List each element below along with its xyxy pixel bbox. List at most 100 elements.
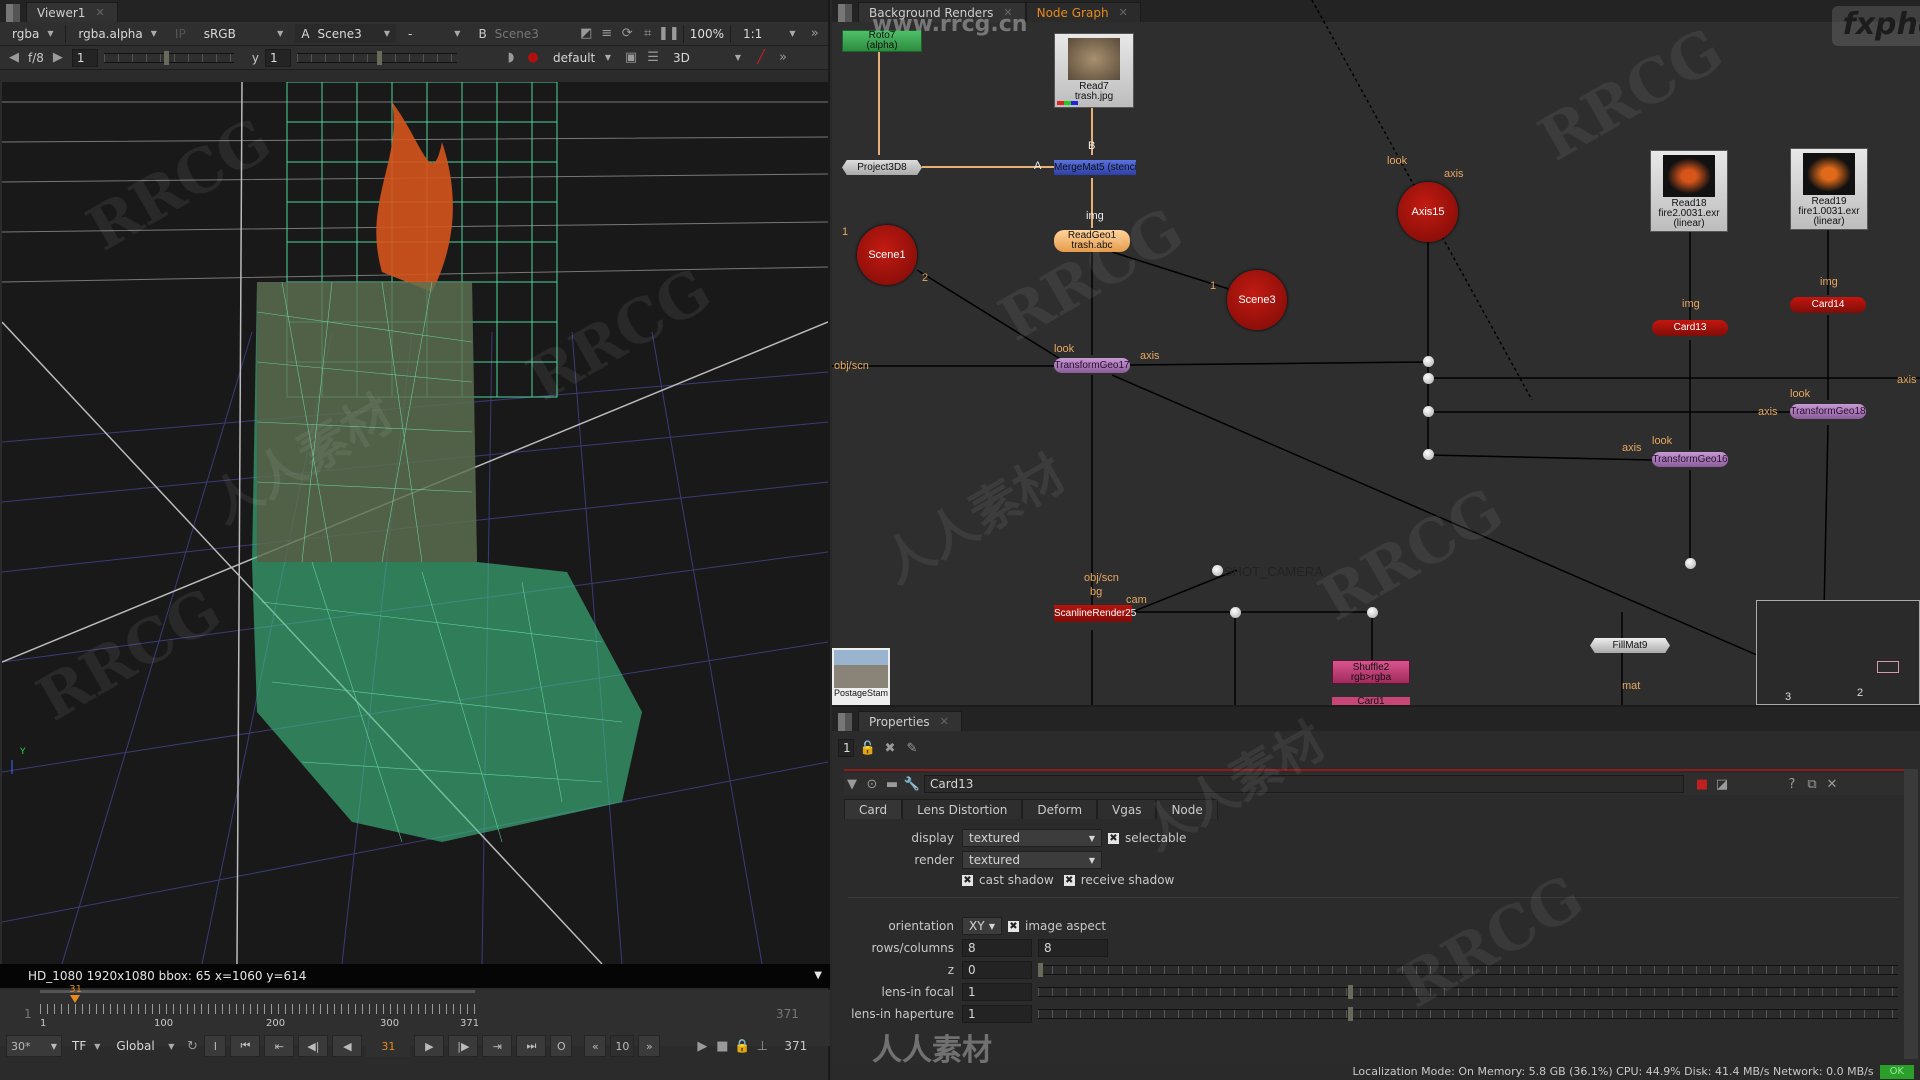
- node-graph-minimap[interactable]: 2 3: [1756, 600, 1920, 705]
- loop-icon[interactable]: ↻: [184, 1038, 200, 1054]
- properties-scrollbar[interactable]: [1904, 769, 1918, 1059]
- node-card13[interactable]: Card13: [1652, 320, 1728, 336]
- bbox-icon[interactable]: ⌗: [640, 26, 654, 42]
- float-panel-icon[interactable]: ▬: [884, 776, 900, 792]
- next-frame-button[interactable]: |▶: [448, 1035, 479, 1057]
- flipbook-icon[interactable]: ▶: [694, 1038, 710, 1054]
- tab-node[interactable]: Node: [1156, 799, 1218, 819]
- lens-haperture-input[interactable]: 1: [962, 1005, 1032, 1023]
- dot-node[interactable]: [1230, 607, 1241, 618]
- timeline-range-bar[interactable]: [40, 990, 475, 993]
- lens-focal-slider[interactable]: [1038, 985, 1898, 999]
- dot-node-shot-camera[interactable]: [1212, 565, 1223, 576]
- ip-button[interactable]: IP: [169, 24, 192, 43]
- tab-properties[interactable]: Properties ✕: [858, 711, 962, 731]
- node-shuffle2[interactable]: Shuffle2 rgb>rgba: [1332, 660, 1410, 684]
- playhead-marker[interactable]: [70, 995, 81, 1003]
- frame-range-icon[interactable]: ⊥: [754, 1038, 770, 1054]
- tab-card[interactable]: Card: [844, 799, 903, 819]
- slider-handle[interactable]: [377, 50, 383, 65]
- channels-dropdown[interactable]: rgba ▼: [6, 24, 59, 43]
- lens-focal-input[interactable]: 1: [962, 983, 1032, 1001]
- fstop-value[interactable]: f/8: [28, 51, 44, 65]
- lens-haperture-slider[interactable]: [1038, 1007, 1898, 1021]
- prev-frame-button[interactable]: ◀|: [298, 1035, 329, 1057]
- panel-grip-icon[interactable]: [6, 4, 20, 22]
- alpha-channel-dropdown[interactable]: rgba.alpha ▼: [72, 24, 163, 43]
- current-frame-field[interactable]: 31: [366, 1035, 411, 1057]
- dot-node[interactable]: [1423, 449, 1434, 460]
- close-icon[interactable]: ✕: [1824, 776, 1840, 792]
- lut-dropdown[interactable]: default ▼: [547, 48, 617, 67]
- dot-node[interactable]: [1423, 373, 1434, 384]
- close-icon[interactable]: ✕: [940, 715, 949, 728]
- columns-input[interactable]: 8: [1038, 939, 1108, 957]
- tab-lens-distortion[interactable]: Lens Distortion: [902, 799, 1023, 819]
- center-node-icon[interactable]: ⊙: [864, 776, 880, 792]
- fstop-right-arrow-icon[interactable]: ▶: [50, 50, 66, 66]
- list-icon[interactable]: ≡: [599, 26, 613, 42]
- input-a-dropdown[interactable]: A Scene3 ▼: [295, 24, 396, 43]
- render-dropdown[interactable]: textured ▼: [962, 851, 1102, 869]
- z-slider[interactable]: [1038, 963, 1898, 977]
- node-graph-panel[interactable]: Background Renders ✕ Node Graph ✕ Roto7 …: [832, 0, 1920, 705]
- 3d-viewport[interactable]: Y: [2, 82, 828, 964]
- step-increment-field[interactable]: 10: [610, 1035, 635, 1057]
- wipe-op-dropdown[interactable]: - ▼: [402, 24, 466, 43]
- display-dropdown[interactable]: textured ▼: [962, 829, 1102, 847]
- scope-dropdown[interactable]: Global ▼: [110, 1037, 180, 1056]
- clear-panels-icon[interactable]: ✖: [882, 740, 898, 756]
- tab-viewer1[interactable]: Viewer1 ✕: [26, 2, 118, 22]
- record-icon[interactable]: ●: [525, 50, 541, 66]
- view-mode-dropdown[interactable]: 3D ▼: [667, 48, 747, 67]
- float-icon[interactable]: ⧉: [1804, 776, 1820, 792]
- out-point-button[interactable]: O: [550, 1035, 573, 1057]
- layers-icon[interactable]: ☰: [645, 50, 661, 66]
- node-transformgeo18[interactable]: TransformGeo18: [1790, 404, 1866, 419]
- node-card14[interactable]: Card14: [1790, 297, 1866, 313]
- timeline-start-frame[interactable]: 1: [24, 1007, 32, 1021]
- next-keyframe-button[interactable]: ⇥: [482, 1035, 513, 1057]
- zoom-level[interactable]: 100%: [690, 27, 724, 41]
- dot-node[interactable]: [1423, 406, 1434, 417]
- minimap-viewport[interactable]: [1877, 661, 1899, 673]
- dot-node[interactable]: [1685, 558, 1696, 569]
- paint-brush-icon[interactable]: ╱: [753, 50, 769, 66]
- slider-handle[interactable]: [163, 50, 169, 65]
- gamma-input[interactable]: 1: [265, 48, 292, 67]
- node-color-swatch[interactable]: ■: [1694, 776, 1710, 792]
- info-expand-icon[interactable]: ▼: [814, 964, 822, 988]
- refresh-icon[interactable]: ⟳: [620, 26, 634, 42]
- play-backward-button[interactable]: ◀: [332, 1035, 363, 1057]
- step-back-increment-button[interactable]: «: [584, 1035, 607, 1057]
- node-name-field[interactable]: Card13: [924, 775, 1684, 793]
- rows-input[interactable]: 8: [962, 939, 1032, 957]
- node-fillmat9[interactable]: FillMat9: [1590, 638, 1670, 653]
- camera-icon[interactable]: ▣: [623, 50, 639, 66]
- node-transformgeo16[interactable]: TransformGeo16: [1652, 452, 1728, 467]
- tab-deform[interactable]: Deform: [1022, 799, 1098, 819]
- play-forward-button[interactable]: ▶: [414, 1035, 445, 1057]
- slider-handle[interactable]: [1348, 985, 1353, 999]
- node-axis15[interactable]: Axis15: [1398, 182, 1458, 242]
- fps-dropdown[interactable]: 30* ▼: [6, 1035, 62, 1057]
- gamma-slider[interactable]: [297, 50, 458, 65]
- expand-toolbar-icon[interactable]: »: [775, 50, 791, 66]
- node-color-picker[interactable]: ◪: [1714, 776, 1730, 792]
- stop-icon[interactable]: ■: [714, 1038, 730, 1054]
- last-frame-button[interactable]: ⏭: [516, 1035, 547, 1057]
- node-read18[interactable]: Read18 fire2.0031.exr (linear): [1650, 150, 1728, 232]
- lock-icon[interactable]: 🔓: [860, 740, 876, 756]
- slider-handle[interactable]: [1348, 1007, 1353, 1021]
- tab-vgas[interactable]: Vgas: [1097, 799, 1157, 819]
- node-mergemat5[interactable]: MergeMat5 (stencil): [1054, 160, 1136, 175]
- wrench-icon[interactable]: 🔧: [904, 776, 920, 792]
- node-read19[interactable]: Read19 fire1.0031.exr (linear): [1790, 148, 1868, 230]
- node-project3d8[interactable]: Project3D8: [842, 160, 922, 175]
- dot-node[interactable]: [1367, 607, 1378, 618]
- node-scene1[interactable]: Scene1: [857, 225, 917, 285]
- fstop-left-arrow-icon[interactable]: ◀: [6, 50, 22, 66]
- step-forward-increment-button[interactable]: »: [638, 1035, 661, 1057]
- in-point-button[interactable]: I: [204, 1035, 227, 1057]
- input-b-dropdown[interactable]: B Scene3: [472, 24, 555, 43]
